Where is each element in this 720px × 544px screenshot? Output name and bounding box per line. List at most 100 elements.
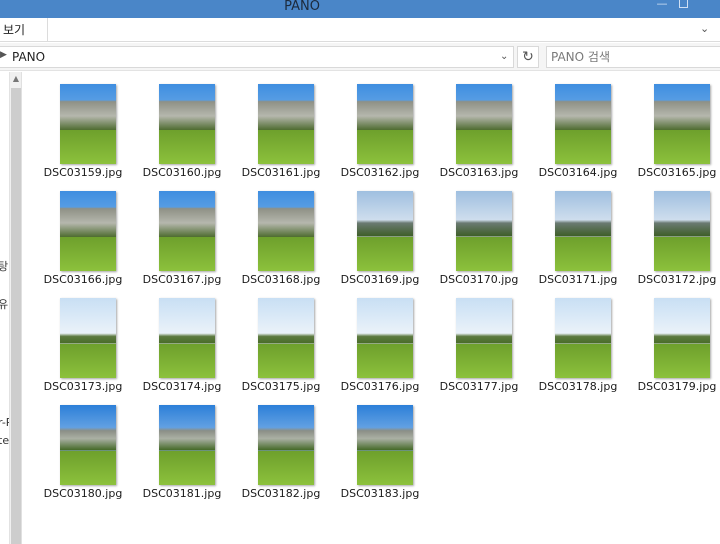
file-name[interactable]: DSC03177.jpg: [429, 380, 529, 393]
file-item[interactable]: DSC03176.jpg: [340, 288, 420, 393]
file-name[interactable]: DSC03179.jpg: [627, 380, 720, 393]
title-bar[interactable]: PANO —: [0, 0, 720, 18]
minimize-button[interactable]: —: [655, 0, 669, 10]
file-item[interactable]: DSC03171.jpg: [538, 181, 618, 286]
image-thumbnail[interactable]: [357, 298, 413, 378]
file-name[interactable]: DSC03171.jpg: [528, 273, 628, 286]
search-box[interactable]: [546, 46, 720, 68]
file-item[interactable]: DSC03181.jpg: [142, 395, 222, 500]
thumbnail-meadow: [456, 237, 512, 271]
file-item[interactable]: DSC03159.jpg: [43, 74, 123, 179]
file-name[interactable]: DSC03170.jpg: [429, 273, 529, 286]
file-name[interactable]: DSC03178.jpg: [528, 380, 628, 393]
thumbnail-meadow: [456, 130, 512, 164]
file-item[interactable]: DSC03173.jpg: [43, 288, 123, 393]
file-name[interactable]: DSC03164.jpg: [528, 166, 628, 179]
file-item[interactable]: DSC03174.jpg: [142, 288, 222, 393]
file-item[interactable]: DSC03179.jpg: [637, 288, 717, 393]
file-item[interactable]: DSC03170.jpg: [439, 181, 519, 286]
image-thumbnail[interactable]: [456, 84, 512, 164]
file-name[interactable]: DSC03162.jpg: [330, 166, 430, 179]
image-thumbnail[interactable]: [159, 84, 215, 164]
file-name[interactable]: DSC03169.jpg: [330, 273, 430, 286]
file-item[interactable]: DSC03165.jpg: [637, 74, 717, 179]
file-item[interactable]: DSC03163.jpg: [439, 74, 519, 179]
file-item[interactable]: DSC03166.jpg: [43, 181, 123, 286]
file-name[interactable]: DSC03160.jpg: [132, 166, 232, 179]
file-name[interactable]: DSC03174.jpg: [132, 380, 232, 393]
file-item[interactable]: DSC03177.jpg: [439, 288, 519, 393]
image-thumbnail[interactable]: [654, 298, 710, 378]
file-item[interactable]: DSC03160.jpg: [142, 74, 222, 179]
file-name[interactable]: DSC03168.jpg: [231, 273, 331, 286]
image-thumbnail[interactable]: [555, 191, 611, 271]
file-item[interactable]: DSC03180.jpg: [43, 395, 123, 500]
image-thumbnail[interactable]: [654, 191, 710, 271]
address-path[interactable]: PANO: [12, 50, 45, 64]
image-thumbnail[interactable]: [456, 298, 512, 378]
file-name[interactable]: DSC03176.jpg: [330, 380, 430, 393]
search-input[interactable]: [551, 49, 711, 65]
file-item[interactable]: DSC03183.jpg: [340, 395, 420, 500]
nav-scrollbar[interactable]: ▲: [9, 72, 21, 544]
file-item[interactable]: DSC03162.jpg: [340, 74, 420, 179]
file-name[interactable]: DSC03183.jpg: [330, 487, 430, 500]
nav-item-fragment[interactable]: 유: [0, 296, 8, 312]
image-thumbnail[interactable]: [357, 84, 413, 164]
file-name[interactable]: DSC03163.jpg: [429, 166, 529, 179]
image-thumbnail[interactable]: [60, 191, 116, 271]
file-name[interactable]: DSC03166.jpg: [33, 273, 133, 286]
file-item[interactable]: DSC03172.jpg: [637, 181, 717, 286]
image-thumbnail[interactable]: [60, 84, 116, 164]
navigation-pane[interactable]: 탕 유 r-P te ▲: [0, 72, 22, 544]
file-item[interactable]: DSC03169.jpg: [340, 181, 420, 286]
maximize-button[interactable]: [676, 0, 690, 10]
nav-item-fragment[interactable]: te: [0, 434, 9, 447]
file-name[interactable]: DSC03180.jpg: [33, 487, 133, 500]
file-name[interactable]: DSC03172.jpg: [627, 273, 720, 286]
thumbnail-meadow: [258, 130, 314, 164]
file-name[interactable]: DSC03161.jpg: [231, 166, 331, 179]
file-item[interactable]: DSC03182.jpg: [241, 395, 321, 500]
thumbnail-meadow: [456, 344, 512, 378]
image-thumbnail[interactable]: [60, 298, 116, 378]
file-item[interactable]: DSC03167.jpg: [142, 181, 222, 286]
file-name[interactable]: DSC03173.jpg: [33, 380, 133, 393]
file-item[interactable]: DSC03175.jpg: [241, 288, 321, 393]
refresh-button[interactable]: ↻: [517, 46, 539, 68]
file-item[interactable]: DSC03164.jpg: [538, 74, 618, 179]
file-name[interactable]: DSC03165.jpg: [627, 166, 720, 179]
image-thumbnail[interactable]: [654, 84, 710, 164]
file-item[interactable]: DSC03161.jpg: [241, 74, 321, 179]
nav-item-fragment[interactable]: 탕: [0, 258, 8, 274]
file-name[interactable]: DSC03167.jpg: [132, 273, 232, 286]
chevron-right-icon[interactable]: ▶: [0, 50, 7, 60]
image-thumbnail[interactable]: [159, 405, 215, 485]
scroll-thumb[interactable]: [11, 88, 21, 544]
file-name[interactable]: DSC03182.jpg: [231, 487, 331, 500]
thumbnail-meadow: [60, 237, 116, 271]
image-thumbnail[interactable]: [555, 298, 611, 378]
image-thumbnail[interactable]: [258, 84, 314, 164]
image-thumbnail[interactable]: [555, 84, 611, 164]
file-name[interactable]: DSC03181.jpg: [132, 487, 232, 500]
chevron-down-icon[interactable]: ⌄: [500, 51, 508, 62]
file-item[interactable]: DSC03168.jpg: [241, 181, 321, 286]
chevron-down-icon[interactable]: ⌄: [700, 22, 709, 35]
file-item[interactable]: DSC03178.jpg: [538, 288, 618, 393]
maximize-icon: [678, 0, 688, 8]
address-bar[interactable]: ▶ PANO ⌄: [0, 46, 514, 68]
image-thumbnail[interactable]: [357, 405, 413, 485]
image-thumbnail[interactable]: [456, 191, 512, 271]
image-thumbnail[interactable]: [159, 191, 215, 271]
file-name[interactable]: DSC03159.jpg: [33, 166, 133, 179]
image-thumbnail[interactable]: [258, 191, 314, 271]
image-thumbnail[interactable]: [159, 298, 215, 378]
image-thumbnail[interactable]: [258, 298, 314, 378]
image-thumbnail[interactable]: [60, 405, 116, 485]
scroll-up-icon[interactable]: ▲: [10, 74, 21, 83]
image-thumbnail[interactable]: [357, 191, 413, 271]
menu-view-tab[interactable]: 보기: [0, 18, 48, 41]
image-thumbnail[interactable]: [258, 405, 314, 485]
file-name[interactable]: DSC03175.jpg: [231, 380, 331, 393]
